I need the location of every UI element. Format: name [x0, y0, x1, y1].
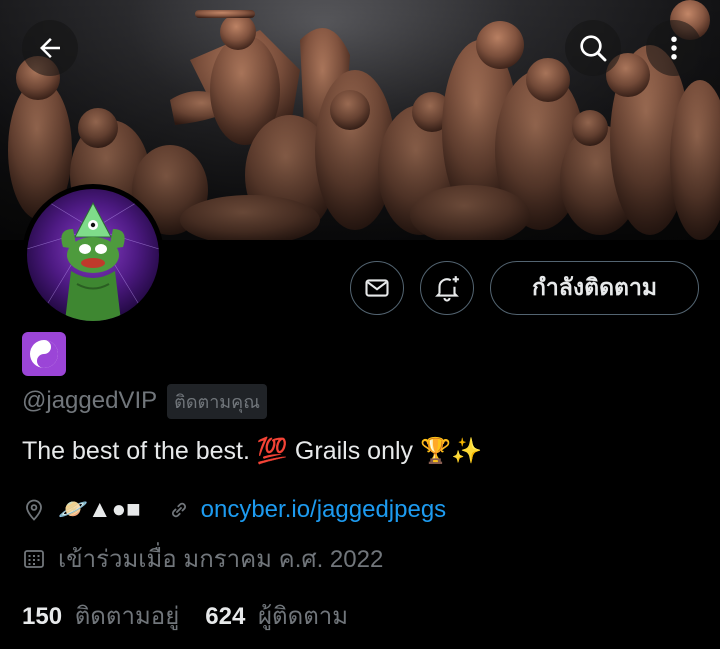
yin-yang-icon	[30, 340, 58, 368]
follows-you-badge: ติดตามคุณ	[167, 383, 267, 419]
search-button[interactable]	[565, 20, 621, 76]
followers-stat[interactable]: 624 ผู้ติดตาม	[205, 596, 348, 635]
followers-label: ผู้ติดตาม	[257, 603, 349, 630]
arrow-left-icon	[40, 38, 60, 58]
avatar-image	[27, 189, 159, 321]
more-vertical-icon	[671, 36, 677, 60]
notify-button[interactable]	[420, 261, 474, 315]
more-options-button[interactable]	[646, 20, 702, 76]
following-count: 150	[22, 603, 63, 630]
profile-bio: The best of the best. 💯 Grails only 🏆✨	[22, 437, 483, 465]
joined-row: เข้าร่วมเมื่อ มกราคม ค.ศ. 2022	[22, 539, 383, 578]
followers-count: 624	[205, 603, 246, 630]
calendar-icon	[24, 549, 44, 568]
avatar[interactable]	[22, 184, 164, 326]
location-pin-icon	[26, 499, 42, 521]
mail-icon	[365, 279, 389, 297]
handle-row: @jaggedVIP ติดตามคุณ	[22, 383, 267, 419]
location-website-row: 🪐▲●■ oncyber.io/jaggedjpegs	[22, 495, 446, 524]
search-icon	[580, 35, 607, 62]
bell-plus-icon	[435, 276, 459, 302]
back-button[interactable]	[22, 20, 78, 76]
location-text: 🪐▲●■	[58, 496, 141, 523]
username-handle: @jaggedVIP	[22, 387, 158, 414]
follow-stats: 150 ติดตามอยู่ 624 ผู้ติดตาม	[22, 596, 348, 635]
following-label: ติดตามอยู่	[74, 603, 180, 630]
joined-date: เข้าร่วมเมื่อ มกราคม ค.ศ. 2022	[58, 546, 384, 573]
link-icon	[171, 502, 186, 517]
following-button[interactable]: กำลังติดตาม	[490, 261, 699, 315]
website-link[interactable]: oncyber.io/jaggedjpegs	[201, 496, 447, 524]
yin-yang-emoji	[22, 332, 66, 376]
following-stat[interactable]: 150 ติดตามอยู่	[22, 596, 179, 635]
message-button[interactable]	[350, 261, 404, 315]
